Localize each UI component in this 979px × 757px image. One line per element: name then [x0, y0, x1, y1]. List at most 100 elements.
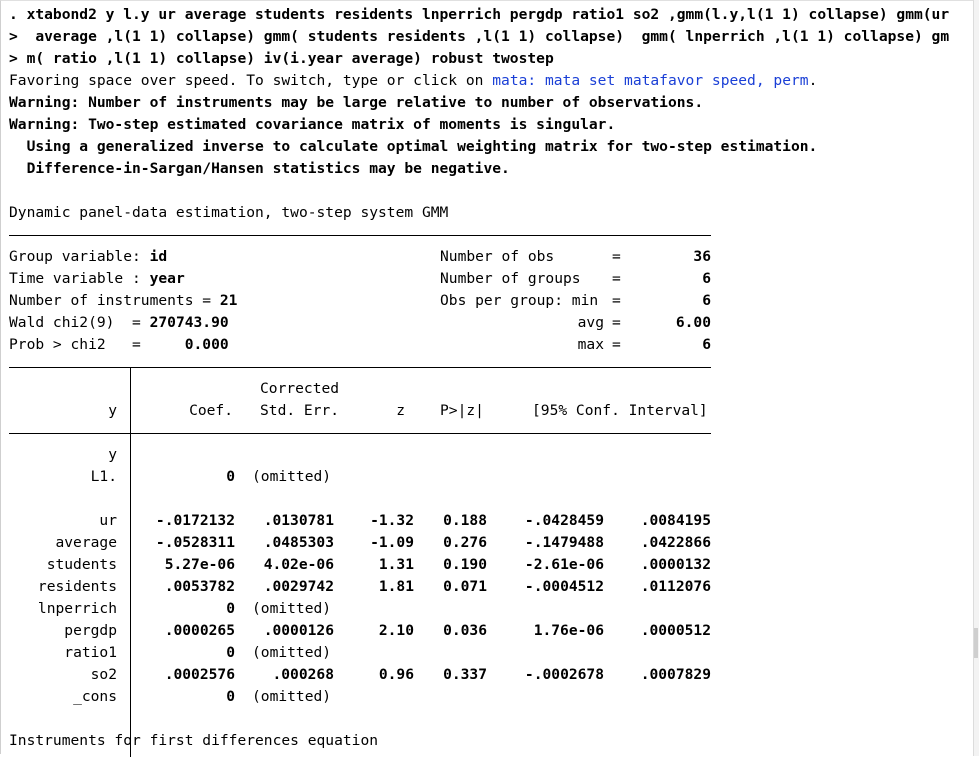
cell-coef: 0 — [226, 600, 235, 617]
equals-sign: = — [612, 314, 621, 331]
cell-se: .0029742 — [263, 578, 334, 595]
vertical-scrollbar[interactable] — [973, 0, 979, 756]
cell-se: .0000126 — [263, 622, 334, 639]
command-line-3: > m( ratio ,l(1 1) collapse) iv(i.year a… — [9, 50, 554, 67]
header-avg-label: avg — [577, 314, 604, 331]
cell-ci-lower: -.0002678 — [524, 666, 604, 683]
cell-se: (omitted) — [252, 688, 332, 705]
cell-se: .0130781 — [263, 512, 334, 529]
cell-se: (omitted) — [252, 644, 332, 661]
estimation-title: Dynamic panel-data estimation, two-step … — [9, 204, 449, 221]
cell-coef: -.0528311 — [155, 534, 235, 551]
cell-z: -1.09 — [370, 534, 414, 551]
cell-se: (omitted) — [252, 468, 332, 485]
col-header-stderr: Std. Err. — [260, 402, 340, 419]
favoring-suffix: . — [808, 72, 818, 89]
col-header-coef: Coef. — [189, 402, 233, 419]
favoring-message: Favoring space over speed. To switch, ty… — [9, 72, 817, 90]
row-name-l1: L1. — [90, 468, 117, 485]
row-name: _cons — [73, 688, 117, 705]
warning-line: Warning: Two-step estimated covariance m… — [9, 116, 616, 133]
row-name: average — [55, 534, 117, 551]
cell-coef: .0053782 — [164, 578, 235, 595]
cell-coef: .0002576 — [164, 666, 235, 683]
header-nobs-value: 36 — [693, 248, 711, 265]
cell-z: 1.81 — [378, 578, 414, 595]
cell-ci-upper: .0084195 — [640, 512, 711, 529]
cell-se: (omitted) — [252, 600, 332, 617]
cell-se: .0485303 — [263, 534, 334, 551]
cell-ci-upper: .0000132 — [640, 556, 711, 573]
cell-ci-upper: .0007829 — [640, 666, 711, 683]
row-name: students — [46, 556, 117, 573]
warning-line: Using a generalized inverse to calculate… — [9, 138, 818, 155]
row-name: ur — [99, 512, 117, 529]
instruments-footer: Instruments for first differences equati… — [9, 732, 379, 749]
command-line-2: > average ,l(1 1) collapse) gmm( student… — [9, 28, 950, 45]
cell-ci-upper: .0112076 — [640, 578, 711, 595]
cell-pvalue: 0.071 — [443, 578, 487, 595]
cell-ci-upper: .0422866 — [640, 534, 711, 551]
header-prob-chi2: Prob > chi2 = 0.000 — [9, 336, 229, 353]
header-max-label: max — [577, 336, 604, 353]
results-window: . xtabond2 y l.y ur average students res… — [0, 0, 976, 757]
cell-pvalue: 0.190 — [443, 556, 487, 573]
cell-ci-lower: -.0004512 — [524, 578, 604, 595]
cell-coef: 0 — [226, 688, 235, 705]
cell-coef: -.0172132 — [155, 512, 235, 529]
cell-ci-lower: -.1479488 — [524, 534, 604, 551]
cell-z: 1.31 — [378, 556, 414, 573]
equals-sign: = — [612, 292, 621, 309]
scrollbar-thumb[interactable] — [974, 628, 978, 658]
equals-sign: = — [612, 270, 621, 287]
row-name: pergdp — [64, 622, 117, 639]
cell-coef: 0 — [226, 468, 235, 485]
header-nobs-label: Number of obs — [440, 248, 555, 265]
cell-coef: 0 — [226, 644, 235, 661]
equals-sign: = — [612, 336, 621, 353]
header-ngroups-label: Number of groups — [440, 270, 581, 287]
header-group-variable: Group variable: id — [9, 248, 168, 265]
cell-se: 4.02e-06 — [263, 556, 334, 573]
cell-pvalue: 0.337 — [443, 666, 487, 683]
header-max-value: 6 — [702, 336, 711, 353]
table-vertical-rule — [130, 367, 131, 757]
header-time-variable: Time variable : year — [9, 270, 185, 287]
header-wald-chi2: Wald chi2(9) = 270743.90 — [9, 314, 229, 331]
cell-z: 2.10 — [378, 622, 414, 639]
cell-se: .000268 — [272, 666, 334, 683]
cell-coef: 5.27e-06 — [164, 556, 235, 573]
cell-coef: .0000265 — [164, 622, 235, 639]
cell-pvalue: 0.188 — [443, 512, 487, 529]
header-divider — [9, 235, 711, 236]
row-name: lnperrich — [37, 600, 117, 617]
row-name: ratio1 — [64, 644, 117, 661]
cell-z: 0.96 — [378, 666, 414, 683]
warning-line: Difference-in-Sargan/Hansen statistics m… — [9, 160, 510, 177]
header-min-value: 6 — [702, 292, 711, 309]
header-ngroups-value: 6 — [702, 270, 711, 287]
header-avg-value: 6.00 — [675, 314, 711, 331]
row-name: so2 — [90, 666, 117, 683]
warning-line: Warning: Number of instruments may be la… — [9, 94, 704, 111]
header-num-instruments: Number of instruments = 21 — [9, 292, 238, 309]
table-header-rule — [9, 433, 711, 434]
depvar-label: y — [108, 402, 117, 419]
cell-ci-lower: -2.61e-06 — [524, 556, 604, 573]
mata-link[interactable]: mata: mata set matafavor speed, perm — [492, 72, 808, 89]
cell-pvalue: 0.036 — [443, 622, 487, 639]
group-label-y: y — [108, 446, 117, 463]
col-header-z: z — [396, 402, 405, 419]
cell-ci-lower: -.0428459 — [524, 512, 604, 529]
command-line-1: . xtabond2 y l.y ur average students res… — [9, 6, 950, 23]
header-min-label: Obs per group: min — [440, 292, 599, 309]
equals-sign: = — [612, 248, 621, 265]
favoring-prefix: Favoring space over speed. To switch, ty… — [9, 72, 493, 89]
col-header-pvalue: P>|z| — [440, 402, 484, 419]
col-header-corrected: Corrected — [260, 380, 340, 397]
cell-z: -1.32 — [370, 512, 414, 529]
cell-ci-lower: 1.76e-06 — [533, 622, 604, 639]
cell-ci-upper: .0000512 — [640, 622, 711, 639]
col-header-confint: [95% Conf. Interval] — [532, 402, 708, 419]
table-top-rule — [9, 367, 711, 368]
